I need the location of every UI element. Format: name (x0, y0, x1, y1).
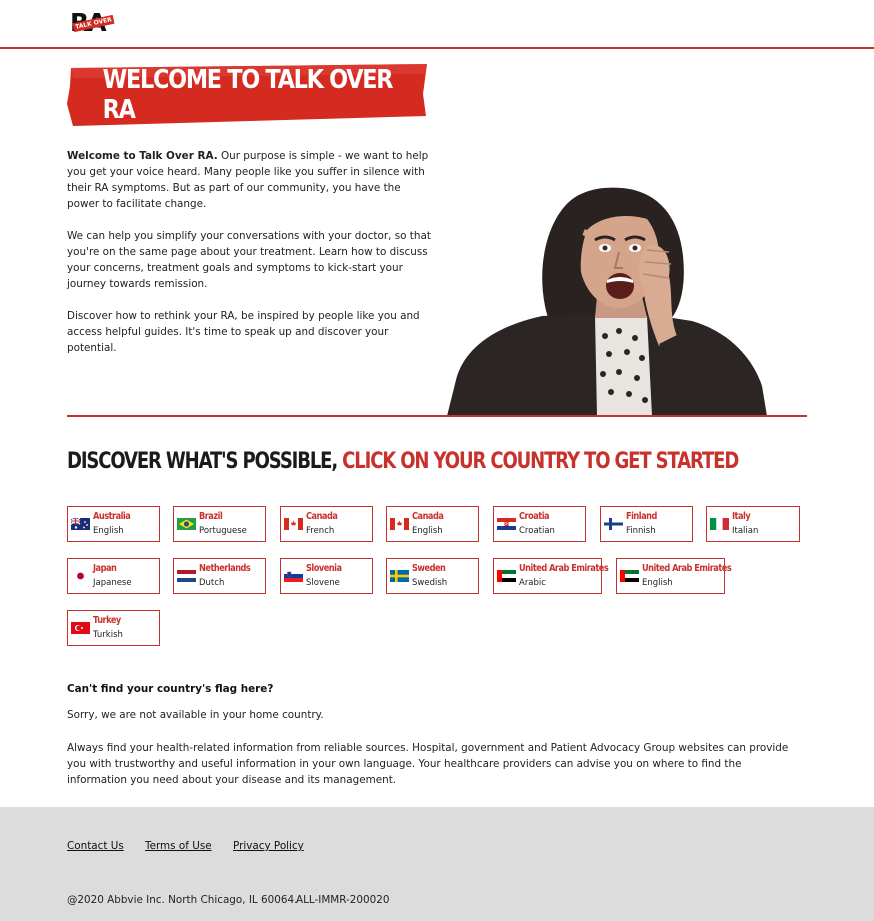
country-language: English (642, 578, 673, 588)
copyright-text: @2020 Abbvie Inc. North Chicago, IL 6006… (67, 894, 298, 906)
country-button-canada-english[interactable]: Canada English (386, 506, 479, 542)
sweden-flag-icon (390, 570, 409, 582)
finland-flag-icon (604, 518, 623, 530)
intro-paragraph-3: Discover how to rethink your RA, be insp… (67, 310, 420, 354)
country-language: Dutch (199, 578, 225, 588)
talk-over-ra-logo[interactable]: RA TALK OVER (70, 8, 115, 38)
croatia-flag-icon (497, 518, 516, 530)
country-button-sweden[interactable]: Sweden Swedish (386, 558, 479, 594)
site-footer: Contact Us Terms of Use Privacy Policy @… (0, 807, 874, 921)
country-name: Brazil (199, 511, 223, 522)
country-language: Turkish (93, 630, 123, 640)
country-button-italy[interactable]: Italy Italian (706, 506, 800, 542)
country-name: United Arab Emirates (519, 563, 609, 574)
australia-flag-icon (71, 518, 90, 530)
country-name: Australia (93, 511, 131, 522)
country-button-turkey[interactable]: Turkey Turkish (67, 610, 160, 646)
country-button-japan[interactable]: Japan Japanese (67, 558, 160, 594)
japan-flag-icon (71, 570, 90, 582)
cant-find-heading: Can't find your country's flag here? (67, 683, 274, 695)
slovenia-flag-icon (284, 570, 303, 582)
terms-of-use-link[interactable]: Terms of Use (145, 840, 212, 852)
netherlands-flag-icon (177, 570, 196, 582)
document-code: ALL-IMMR-200020 (296, 894, 390, 906)
not-available-text: Sorry, we are not available in your home… (67, 709, 324, 721)
country-language: Italian (732, 526, 759, 536)
country-language: Finnish (626, 526, 656, 536)
banner-title: WELCOME TO TALK OVER RA (102, 65, 394, 125)
country-language: French (306, 526, 335, 536)
intro-bold-lead: Welcome to Talk Over RA. (67, 150, 218, 162)
country-name: Italy (732, 511, 751, 522)
country-language: Arabic (519, 578, 546, 588)
uae-flag-icon (620, 570, 639, 582)
country-language: English (93, 526, 124, 536)
privacy-policy-link[interactable]: Privacy Policy (233, 840, 304, 852)
reliable-sources-text: Always find your health-related informat… (67, 742, 789, 786)
brazil-flag-icon (177, 518, 196, 530)
welcome-banner: WELCOME TO TALK OVER RA (67, 64, 429, 126)
hero-woman-image (447, 186, 767, 416)
intro-text: Welcome to Talk Over RA. Our purpose is … (67, 148, 433, 372)
country-name: Japan (93, 563, 117, 574)
site-header: RA TALK OVER (0, 0, 874, 49)
country-button-australia[interactable]: Australia English (67, 506, 160, 542)
country-name: Netherlands (199, 563, 251, 574)
country-button-uae-english[interactable]: United Arab Emirates English (616, 558, 732, 594)
country-language: Slovene (306, 578, 340, 588)
turkey-flag-icon (71, 622, 90, 634)
country-button-slovenia[interactable]: Slovenia Slovene (280, 558, 373, 594)
uae-flag-icon (497, 570, 516, 582)
discover-heading-part2: CLICK ON YOUR COUNTRY TO GET STARTED (342, 449, 739, 474)
italy-flag-icon (710, 518, 729, 530)
country-button-brazil[interactable]: Brazil Portuguese (173, 506, 266, 542)
contact-us-link[interactable]: Contact Us (67, 840, 124, 852)
country-button-netherlands[interactable]: Netherlands Dutch (173, 558, 266, 594)
country-language: English (412, 526, 443, 536)
discover-heading-part1: DISCOVER WHAT'S POSSIBLE, (67, 449, 343, 474)
intro-paragraph-1: Welcome to Talk Over RA. Our purpose is … (67, 148, 433, 212)
section-divider (67, 415, 807, 417)
country-button-uae-arabic[interactable]: United Arab Emirates Arabic (493, 558, 609, 594)
discover-heading: DISCOVER WHAT'S POSSIBLE, CLICK ON YOUR … (67, 449, 739, 479)
country-language: Swedish (412, 578, 448, 588)
country-button-croatia[interactable]: Croatia Croatian (493, 506, 586, 542)
intro-paragraph-2: We can help you simplify your conversati… (67, 230, 431, 290)
country-language: Japanese (93, 578, 132, 588)
country-button-canada-french[interactable]: Canada French (280, 506, 373, 542)
country-language: Portuguese (199, 526, 247, 536)
country-name: Finland (626, 511, 657, 522)
country-name: Sweden (412, 563, 446, 574)
country-name: Croatia (519, 511, 550, 522)
country-name: United Arab Emirates (642, 563, 732, 574)
country-name: Canada (412, 511, 444, 522)
country-name: Slovenia (306, 563, 342, 574)
country-name: Canada (306, 511, 338, 522)
country-language: Croatian (519, 526, 555, 536)
canada-flag-icon (390, 518, 409, 530)
country-name: Turkey (93, 615, 121, 626)
canada-flag-icon (284, 518, 303, 530)
country-button-finland[interactable]: Finland Finnish (600, 506, 693, 542)
